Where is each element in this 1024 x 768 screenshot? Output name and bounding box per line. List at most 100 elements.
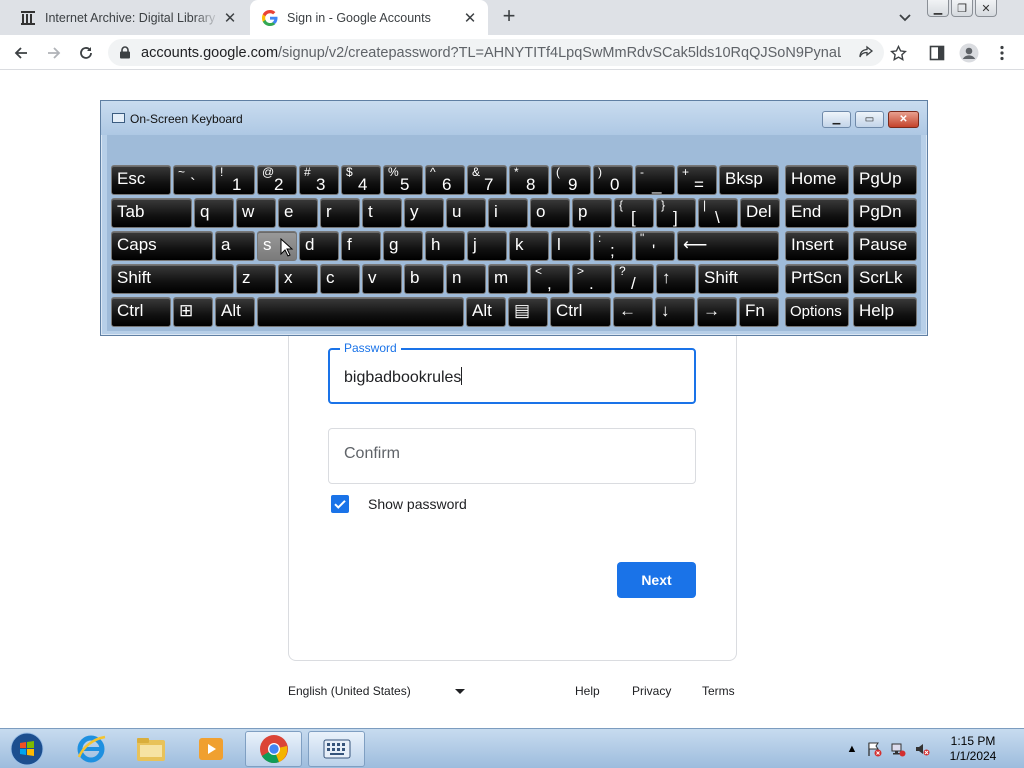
key-key[interactable]: ↓ (655, 297, 695, 327)
tab-close-icon[interactable]: ✕ (220, 8, 240, 28)
key-key[interactable]: }] (656, 198, 696, 228)
key-0[interactable]: ) 0 (593, 165, 633, 195)
key-2[interactable]: @2 (257, 165, 297, 195)
key-ctrl[interactable]: Ctrl (550, 297, 611, 327)
key-pgup[interactable]: PgUp (853, 165, 917, 195)
key-r[interactable]: r (320, 198, 360, 228)
tab-internet-archive[interactable]: Internet Archive: Digital Library of Fre… (8, 0, 248, 35)
key-j[interactable]: j (467, 231, 507, 261)
key-t[interactable]: t (362, 198, 402, 228)
key-key[interactable]: ? / (614, 264, 654, 294)
lock-icon[interactable] (119, 46, 131, 59)
key-m[interactable]: m (488, 264, 528, 294)
close-icon[interactable]: ✕ (888, 111, 919, 128)
profile-avatar-icon[interactable] (959, 43, 979, 63)
key-caps[interactable]: Caps (111, 231, 213, 261)
key-y[interactable]: y (404, 198, 444, 228)
internet-explorer-icon[interactable] (62, 731, 119, 767)
confirm-field[interactable] (328, 428, 696, 484)
key-key[interactable]: ↑ (656, 264, 696, 294)
show-password-checkbox[interactable] (331, 495, 349, 513)
key-key[interactable]: " ' (635, 231, 675, 261)
action-center-flag-icon[interactable] (866, 741, 882, 757)
back-icon[interactable] (10, 42, 32, 64)
key-prtscn[interactable]: PrtScn (785, 264, 849, 294)
key-key[interactable]: + = (677, 165, 717, 195)
forward-icon[interactable] (43, 42, 65, 64)
key-key[interactable]: → (697, 297, 737, 327)
key-alt[interactable]: Alt (466, 297, 506, 327)
share-icon[interactable] (856, 43, 876, 63)
minimize-icon[interactable]: ▁ (927, 0, 949, 17)
key-key[interactable]: ← (613, 297, 653, 327)
privacy-link[interactable]: Privacy (632, 684, 671, 698)
key-ctrl[interactable]: Ctrl (111, 297, 171, 327)
key-tab[interactable]: Tab (111, 198, 192, 228)
key-3[interactable]: #3 (299, 165, 339, 195)
key-o[interactable]: o (530, 198, 570, 228)
key-e[interactable]: e (278, 198, 318, 228)
key-i[interactable]: i (488, 198, 528, 228)
confirm-input[interactable] (344, 445, 674, 463)
key-insert[interactable]: Insert (785, 231, 849, 261)
key-pgdn[interactable]: PgDn (853, 198, 917, 228)
more-menu-icon[interactable] (992, 43, 1012, 63)
url-text[interactable]: accounts.google.com/signup/v2/createpass… (141, 45, 841, 61)
restore-icon[interactable]: ❐ (951, 0, 973, 17)
key-key[interactable]: ~ ` (173, 165, 213, 195)
key-win-logo-icon[interactable]: ⊞ (173, 297, 213, 327)
key-key[interactable]: <, (530, 264, 570, 294)
bookmark-star-icon[interactable] (888, 43, 908, 63)
key-end[interactable]: End (785, 198, 849, 228)
key-9[interactable]: (9 (551, 165, 591, 195)
key-x[interactable]: x (278, 264, 318, 294)
key-z[interactable]: z (236, 264, 276, 294)
key-bksp[interactable]: Bksp (719, 165, 779, 195)
key-1[interactable]: ! 1 (215, 165, 255, 195)
key-u[interactable]: u (446, 198, 486, 228)
key-v[interactable]: v (362, 264, 402, 294)
media-player-icon[interactable] (182, 731, 239, 767)
tab-google-sign-in[interactable]: Sign in - Google Accounts ✕ (250, 0, 488, 35)
close-icon[interactable]: ✕ (975, 0, 997, 17)
key-scrlk[interactable]: ScrLk (853, 264, 917, 294)
key-key[interactable]: >. (572, 264, 612, 294)
key-space[interactable] (257, 297, 464, 327)
key-a[interactable]: a (215, 231, 255, 261)
side-panel-icon[interactable] (927, 43, 947, 63)
key-shift[interactable]: Shift (698, 264, 779, 294)
key-d[interactable]: d (299, 231, 339, 261)
key-key[interactable]: :; (593, 231, 633, 261)
key-alt[interactable]: Alt (215, 297, 255, 327)
key-p[interactable]: p (572, 198, 612, 228)
key-w[interactable]: w (236, 198, 276, 228)
show-hidden-icons-icon[interactable]: ▲ (844, 741, 860, 757)
key-b[interactable]: b (404, 264, 444, 294)
next-button[interactable]: Next (617, 562, 696, 598)
key-menu-icon[interactable]: ▤ (508, 297, 548, 327)
restore-icon[interactable]: ▭ (855, 111, 884, 128)
key-f[interactable]: f (341, 231, 381, 261)
key-g[interactable]: g (383, 231, 423, 261)
key-esc[interactable]: Esc (111, 165, 171, 195)
tab-close-icon[interactable]: ✕ (460, 8, 480, 28)
minimize-icon[interactable]: ▁ (822, 111, 851, 128)
chevron-down-icon[interactable] (896, 8, 914, 26)
chrome-icon[interactable] (245, 731, 302, 767)
show-password-label[interactable]: Show password (368, 496, 467, 512)
terms-link[interactable]: Terms (702, 684, 735, 698)
key-key[interactable]: - _ (635, 165, 675, 195)
key-5[interactable]: % 5 (383, 165, 423, 195)
key-backslash[interactable]: | \ (698, 198, 738, 228)
key-7[interactable]: & 7 (467, 165, 507, 195)
key-8[interactable]: * 8 (509, 165, 549, 195)
key-c[interactable]: c (320, 264, 360, 294)
system-clock[interactable]: 1:15 PM 1/1/2024 (938, 734, 1008, 764)
password-field[interactable]: Password bigbadbookrules (328, 341, 696, 404)
key-k[interactable]: k (509, 231, 549, 261)
new-tab-button[interactable]: + (497, 5, 521, 29)
reload-icon[interactable] (75, 42, 97, 64)
osk-titlebar[interactable]: On-Screen Keyboard ▁ ▭ ✕ (101, 101, 927, 135)
key-del[interactable]: Del (740, 198, 780, 228)
key-h[interactable]: h (425, 231, 465, 261)
